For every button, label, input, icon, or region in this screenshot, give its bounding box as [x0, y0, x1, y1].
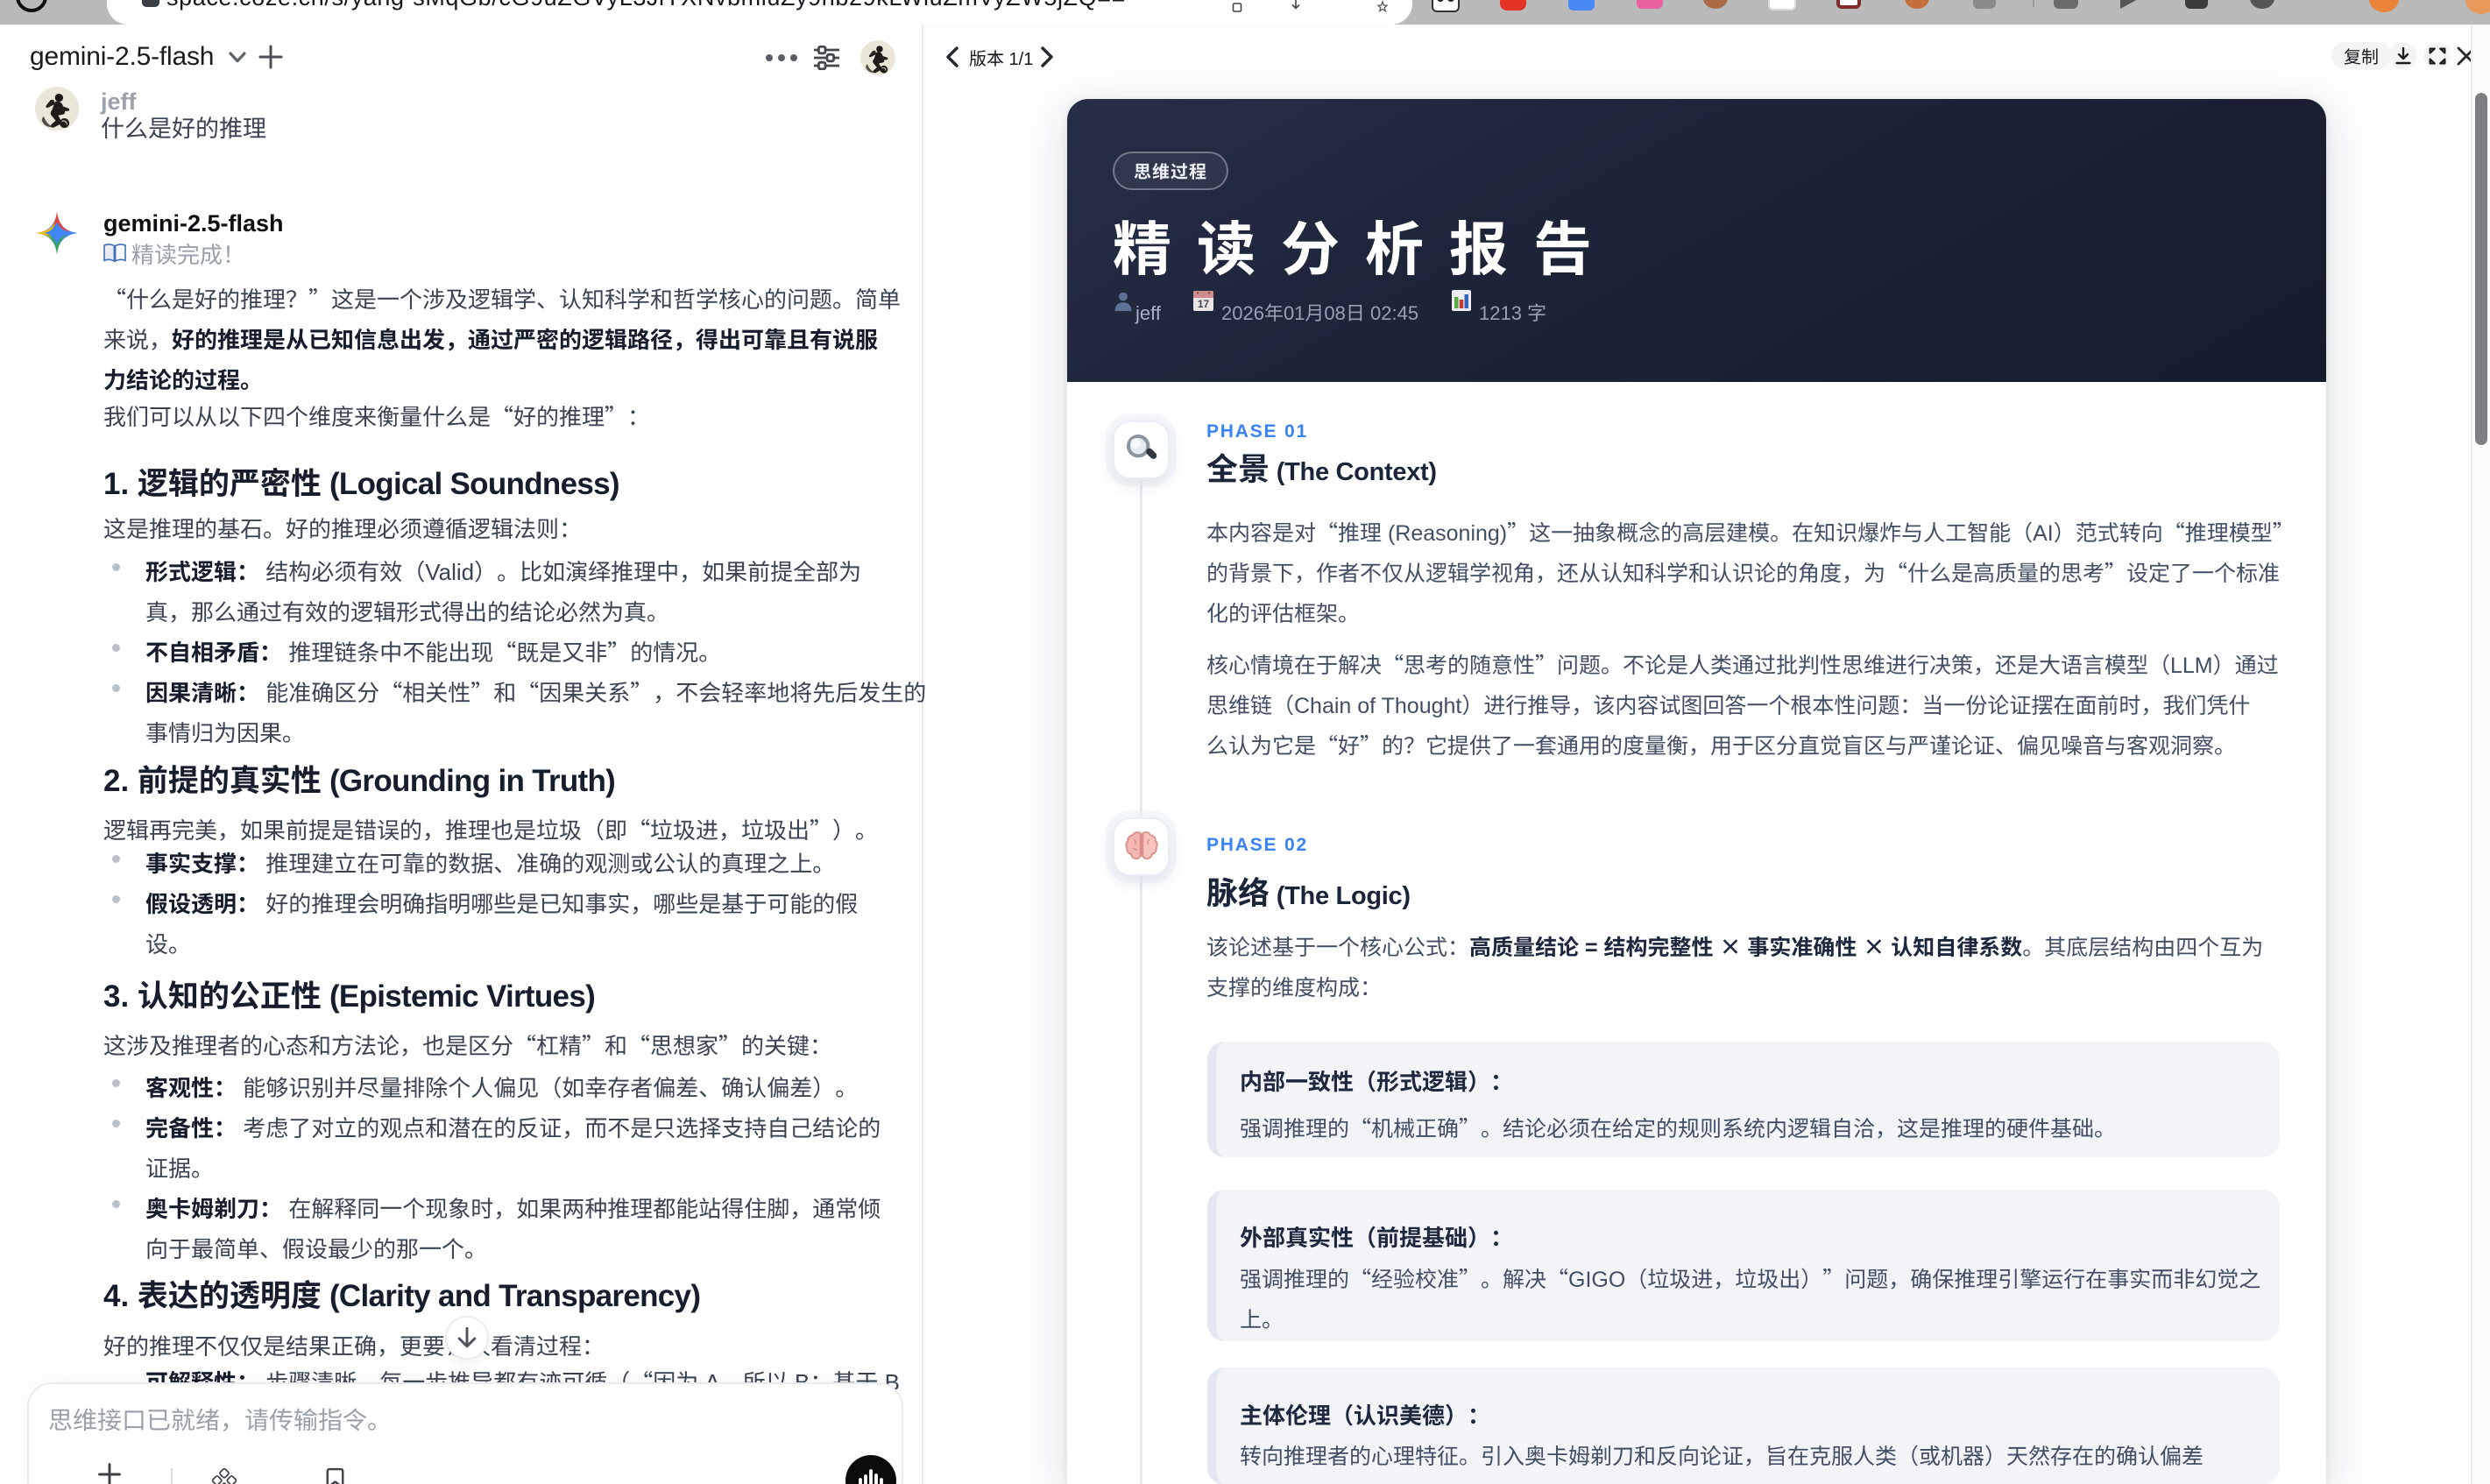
svg-text:17: 17 [1198, 298, 1210, 310]
